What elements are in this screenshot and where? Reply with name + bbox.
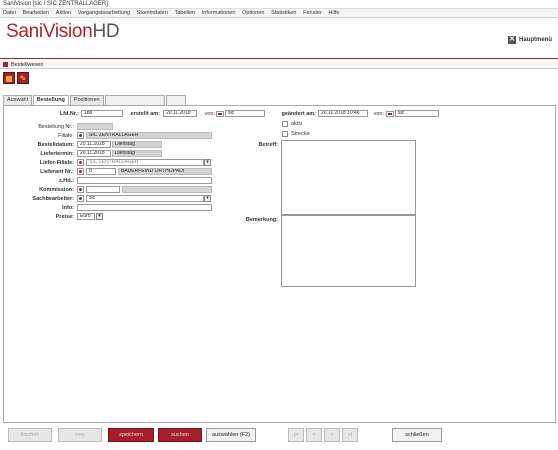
preise-label: Preise: [55, 214, 74, 220]
menu-item-informationen[interactable]: Informationen [202, 10, 236, 16]
chevron-down-icon[interactable]: ▾ [204, 195, 211, 202]
menu-item-vorgangsbearbeitung[interactable]: Vorgangsbearbeitung [78, 10, 130, 16]
info-label: Info: [62, 205, 74, 211]
erstellt-field[interactable]: 20.11.2018 [163, 110, 197, 117]
bestellung-nr-field[interactable] [77, 123, 113, 130]
menu-item-aktion[interactable]: Aktion [56, 10, 71, 16]
first-record-button[interactable]: |< [288, 428, 304, 442]
next-record-button[interactable]: > [324, 428, 340, 442]
form-panel: Lfd.Nr.: 188 erstellt am: 20.11.2018 von… [3, 105, 556, 423]
preise-field[interactable]: Euro [77, 213, 95, 220]
brand-suffix: HD [92, 21, 120, 42]
lieferant-name: BAUERFEIND ORTHOPÄDI [118, 168, 212, 175]
record-icon[interactable] [77, 132, 84, 139]
zhd-field[interactable] [77, 177, 212, 184]
filiale-field[interactable]: SIC ZENTRALLAGER [86, 132, 212, 139]
lfd-label: Lfd.Nr.: [59, 111, 79, 117]
lfd-field[interactable]: 188 [81, 110, 123, 117]
subwindow-titlebar: Bestellwesen [0, 61, 558, 69]
brand-logo: SaniVisionHD [6, 21, 120, 43]
aktiv-label: aktiv [291, 121, 303, 127]
von2-label: von: [373, 111, 384, 117]
menu-bar: Datei Bearbeiten Aktion Vorgangsbearbeit… [0, 9, 558, 18]
auswaehlen-button[interactable]: auswählen (F2) [206, 428, 256, 442]
liefertermin-label: Liefertermin: [40, 151, 74, 157]
sachbearbeiter-field[interactable]: sic [86, 195, 204, 202]
close-icon: ✕ [508, 36, 516, 44]
window-title: SaniVision [sic / SIC ZENTRALLAGER] [0, 0, 558, 9]
info-field[interactable] [77, 204, 212, 211]
filiale-label: Filiale: [58, 133, 74, 139]
kommission-name [122, 186, 212, 193]
zhd-label: z.Hd.: [59, 178, 74, 184]
menu-item-bearbeiten[interactable]: Bearbeiten [23, 10, 50, 16]
toolbar: ▦ ✎ [3, 72, 29, 88]
window-icon [3, 62, 8, 67]
tab-positionen[interactable]: Positionen [69, 95, 104, 105]
menu-item-hilfe[interactable]: Hilfe [328, 10, 339, 16]
record-icon[interactable] [77, 168, 84, 175]
kommission-field[interactable] [86, 186, 120, 193]
lieferant-label: Lieferant Nr.: [40, 169, 74, 175]
record-icon[interactable] [77, 186, 84, 193]
liefertermin-day: Dienstag [112, 150, 162, 157]
tab-disabled-2 [165, 95, 186, 105]
bestelldatum-day: Dienstag [112, 141, 162, 148]
bestelldatum-field[interactable]: 20.11.2018 [77, 141, 111, 148]
menu-item-optionen[interactable]: Optionen [242, 10, 264, 16]
tab-disabled-1 [104, 95, 165, 105]
hauptmenu-label: Hauptmenü [519, 37, 552, 43]
hauptmenu-button[interactable]: ✕ Hauptmenü [508, 36, 552, 44]
bestelldatum-label: Bestelldatum: [37, 142, 74, 148]
brand-name: SaniVision [6, 21, 93, 42]
betreff-textarea[interactable] [281, 140, 416, 215]
lieferfiliale-label: Liefer-Filiale: [39, 160, 74, 166]
prev-record-button[interactable]: < [306, 428, 322, 442]
betreff-label: Betreff: [258, 142, 278, 148]
edit-icon[interactable]: ✎ [17, 72, 29, 84]
bemerkung-textarea[interactable] [281, 215, 416, 287]
last-record-button[interactable]: >| [342, 428, 358, 442]
geaendert-label: geändert am: [281, 111, 316, 117]
loeschen-button[interactable]: löschen [8, 428, 52, 442]
sachbearbeiter-label: Sachbearbeiter: [32, 196, 74, 202]
erstellt-label: erstellt am: [130, 111, 160, 117]
header-divider [0, 58, 558, 59]
schliessen-button[interactable]: schließen [392, 428, 442, 442]
aktiv-checkbox[interactable] [282, 121, 288, 127]
menu-item-fenster[interactable]: Fenster [303, 10, 322, 16]
record-icon[interactable] [77, 159, 84, 166]
menu-item-statistiken[interactable]: Statistiken [271, 10, 296, 16]
geaendert-field[interactable]: 20.11.2018 10:46 [318, 110, 368, 117]
menu-item-stammdaten[interactable]: Stammdaten [137, 10, 168, 16]
bestellung-nr-label: Bestellung Nr.: [38, 124, 74, 130]
von-field[interactable]: sic [225, 110, 265, 117]
flag-icon [216, 111, 224, 117]
menu-item-datei[interactable]: Datei [3, 10, 16, 16]
menu-item-tabellen[interactable]: Tabellen [175, 10, 196, 16]
suchen-button[interactable]: suchen [158, 428, 202, 442]
tab-auswahl[interactable]: Auswahl [3, 95, 32, 105]
strecke-checkbox[interactable] [282, 131, 288, 137]
bemerkung-label: Bemerkung: [245, 217, 278, 223]
app-header: SaniVisionHD ✕ Hauptmenü [0, 18, 558, 58]
tab-bar: Auswahl Bestellung Positionen [3, 95, 187, 106]
subwindow-title: Bestellwesen [11, 61, 44, 68]
liefertermin-field[interactable]: 20.11.2018 [77, 150, 111, 157]
record-icon[interactable] [77, 195, 84, 202]
neu-button[interactable]: neu [58, 428, 102, 442]
flag-icon [386, 111, 394, 117]
kommission-label: Kommission: [39, 187, 74, 193]
grid-icon[interactable]: ▦ [3, 72, 15, 84]
action-bar: löschen neu speichern suchen auswählen (… [0, 423, 558, 450]
speichern-button[interactable]: speichern [108, 428, 154, 442]
von2-field[interactable]: sic [395, 110, 439, 117]
chevron-down-icon[interactable]: ▾ [96, 213, 103, 220]
von-label: von: [204, 111, 215, 117]
strecke-label: Strecke [291, 131, 310, 137]
lieferant-field[interactable]: 8 [86, 168, 116, 175]
chevron-down-icon[interactable]: ▾ [204, 159, 211, 166]
lieferfiliale-field[interactable]: SIC ZENTRALLAGER [86, 159, 204, 166]
